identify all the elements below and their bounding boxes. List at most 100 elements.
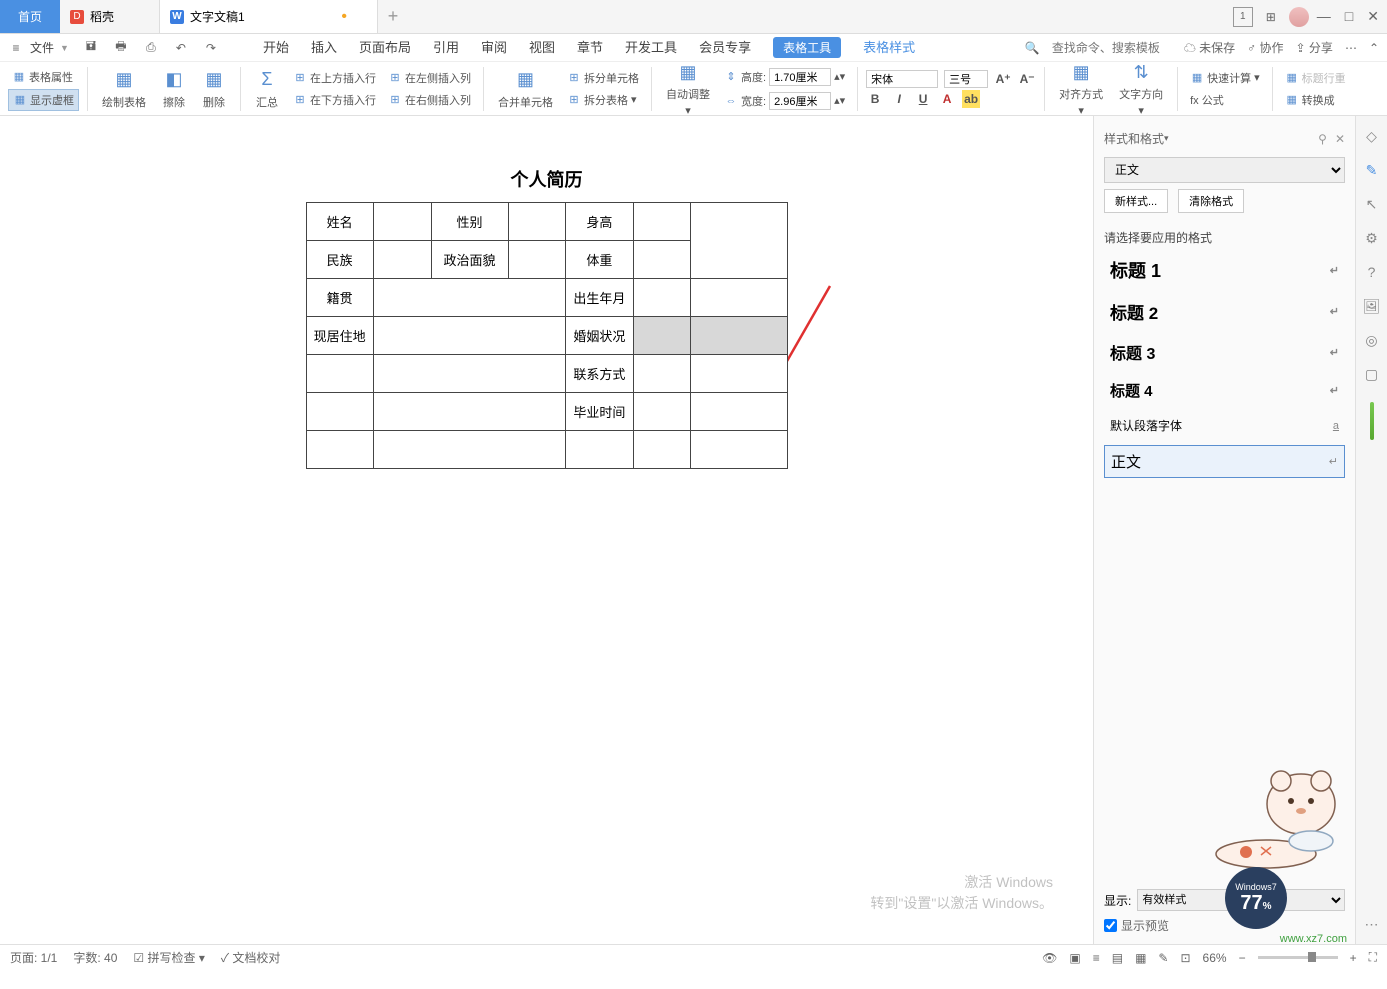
undo-icon[interactable]: ↶: [173, 40, 189, 56]
text-direction-button[interactable]: ⇅文字方向▾: [1113, 58, 1169, 119]
table-properties-button[interactable]: ▦表格属性: [8, 67, 79, 87]
view-outline-icon[interactable]: ▤: [1112, 951, 1123, 965]
view-print-icon[interactable]: ≡: [1093, 951, 1100, 965]
italic-button[interactable]: I: [890, 90, 908, 108]
summary-button[interactable]: Σ汇总: [249, 66, 285, 112]
pencil-icon[interactable]: ✎: [1362, 160, 1382, 180]
close-panel-icon[interactable]: ✕: [1335, 132, 1345, 146]
menu-dev[interactable]: 开发工具: [625, 37, 677, 58]
maximize-button[interactable]: □: [1345, 8, 1353, 25]
canvas-area[interactable]: 个人简历 姓名 性别 身高 民族 政治面貌 体重: [0, 116, 1093, 944]
menu-table-tools[interactable]: 表格工具: [773, 37, 841, 58]
eye-icon[interactable]: 👁: [1042, 951, 1057, 965]
tab-document[interactable]: W 文字文稿1 •: [160, 0, 378, 33]
stepper-icon[interactable]: ▴▾: [834, 94, 845, 107]
expand-icon[interactable]: ⌃: [1369, 41, 1379, 55]
clear-format-button[interactable]: 清除格式: [1178, 189, 1244, 213]
bold-button[interactable]: B: [866, 90, 884, 108]
zoom-value[interactable]: 66%: [1203, 951, 1227, 965]
menu-start[interactable]: 开始: [263, 37, 289, 58]
view-web-icon[interactable]: ▦: [1135, 951, 1146, 965]
preview-icon[interactable]: ⎙: [143, 40, 159, 56]
close-button[interactable]: ✕: [1367, 8, 1379, 25]
search-input[interactable]: [1052, 41, 1172, 55]
erase-button[interactable]: ◧擦除: [156, 66, 192, 112]
merge-cells-button[interactable]: ▦合并单元格: [492, 66, 559, 112]
cursor-icon[interactable]: ↖: [1362, 194, 1382, 214]
font-color-button[interactable]: A: [938, 90, 956, 108]
menu-view[interactable]: 视图: [529, 37, 555, 58]
current-style-select[interactable]: 正文: [1104, 157, 1345, 183]
menu-insert[interactable]: 插入: [311, 37, 337, 58]
system-widget[interactable]: Windows7 77%: [1225, 867, 1287, 929]
unsaved-indicator[interactable]: ☁ 未保存: [1184, 39, 1235, 56]
underline-button[interactable]: U: [914, 90, 932, 108]
style-heading-2[interactable]: 标题 2↵: [1104, 294, 1345, 329]
split-table-button[interactable]: ⊞拆分表格▾: [563, 90, 643, 110]
delete-button[interactable]: ▦删除: [196, 66, 232, 112]
zoom-out-button[interactable]: −: [1239, 951, 1246, 965]
selected-cell-2[interactable]: [691, 317, 787, 355]
stepper-icon[interactable]: ▴▾: [834, 70, 845, 83]
file-menu[interactable]: ≡ 文件 ▼: [8, 39, 69, 56]
redo-icon[interactable]: ↷: [203, 40, 219, 56]
fast-calc-button[interactable]: ▦快速计算▾: [1186, 68, 1264, 88]
spellcheck-toggle[interactable]: ☑ 拼写检查 ▾: [133, 949, 204, 966]
settings-icon[interactable]: ⚙: [1362, 228, 1382, 248]
font-name-input[interactable]: [866, 70, 938, 88]
preview-checkbox[interactable]: [1104, 919, 1117, 932]
proofread-button[interactable]: ✓ 文档校对: [221, 949, 281, 966]
zoom-in-button[interactable]: +: [1350, 951, 1357, 965]
align-button[interactable]: ▦对齐方式▾: [1053, 58, 1109, 119]
style-heading-4[interactable]: 标题 4↵: [1104, 375, 1345, 406]
convert-button[interactable]: ▦转换成: [1281, 90, 1350, 110]
more-icon[interactable]: ⋯: [1345, 41, 1357, 55]
highlight-button[interactable]: ab: [962, 90, 980, 108]
resume-table[interactable]: 姓名 性别 身高 民族 政治面貌 体重 籍贯: [306, 202, 788, 469]
pin-icon[interactable]: ⚲: [1318, 132, 1327, 146]
auto-adjust-button[interactable]: ▦自动调整▾: [660, 58, 716, 119]
menu-table-style[interactable]: 表格样式: [863, 37, 915, 58]
print-icon[interactable]: 🖶: [113, 40, 129, 56]
zoom-slider[interactable]: [1258, 956, 1338, 959]
edit-icon[interactable]: ✎: [1158, 951, 1168, 965]
tab-shell[interactable]: D 稻壳: [60, 0, 160, 33]
split-cells-button[interactable]: ⊞拆分单元格: [563, 68, 643, 88]
menu-review[interactable]: 审阅: [481, 37, 507, 58]
width-input[interactable]: [769, 92, 831, 110]
collab-button[interactable]: ♂ 协作: [1247, 39, 1283, 56]
help-icon[interactable]: ?: [1362, 262, 1382, 282]
zoom-fit-icon[interactable]: ⊡: [1180, 951, 1190, 965]
font-size-input[interactable]: [944, 70, 988, 88]
layout-icon[interactable]: 1: [1233, 7, 1253, 27]
menu-chapter[interactable]: 章节: [577, 37, 603, 58]
menu-ref[interactable]: 引用: [433, 37, 459, 58]
more-tools-icon[interactable]: ⋯: [1362, 914, 1382, 934]
word-count[interactable]: 字数: 40: [73, 949, 117, 966]
show-border-button[interactable]: ▦显示虚框: [8, 89, 79, 111]
save-icon[interactable]: 🖬: [83, 40, 99, 56]
insert-col-right-button[interactable]: ⊞在右侧插入列: [384, 90, 475, 110]
tab-home[interactable]: 首页: [0, 0, 60, 33]
style-heading-3[interactable]: 标题 3↵: [1104, 335, 1345, 369]
fullscreen-icon[interactable]: ⛶: [1369, 950, 1377, 965]
focus-icon[interactable]: ▣: [1069, 951, 1080, 965]
insert-row-below-button[interactable]: ⊞在下方插入行: [289, 90, 380, 110]
font-larger-icon[interactable]: A⁺: [994, 70, 1012, 88]
target-icon[interactable]: ◎: [1362, 330, 1382, 350]
new-style-button[interactable]: 新样式...: [1104, 189, 1168, 213]
font-smaller-icon[interactable]: A⁻: [1018, 70, 1036, 88]
diamond-icon[interactable]: ◇: [1362, 126, 1382, 146]
style-heading-1[interactable]: 标题 1↵: [1104, 252, 1345, 288]
formula-button[interactable]: fx 公式: [1186, 90, 1264, 110]
layers-icon[interactable]: ▢: [1362, 364, 1382, 384]
scroll-indicator[interactable]: [1370, 402, 1374, 440]
insert-col-left-button[interactable]: ⊞在左侧插入列: [384, 68, 475, 88]
style-body[interactable]: 正文↵: [1104, 445, 1345, 478]
avatar[interactable]: [1289, 7, 1309, 27]
selected-cell-1[interactable]: [633, 317, 691, 355]
tab-add[interactable]: +: [378, 0, 408, 33]
insert-row-above-button[interactable]: ⊞在上方插入行: [289, 68, 380, 88]
apps-icon[interactable]: ⊞: [1261, 7, 1281, 27]
draw-table-button[interactable]: ▦绘制表格: [96, 66, 152, 112]
